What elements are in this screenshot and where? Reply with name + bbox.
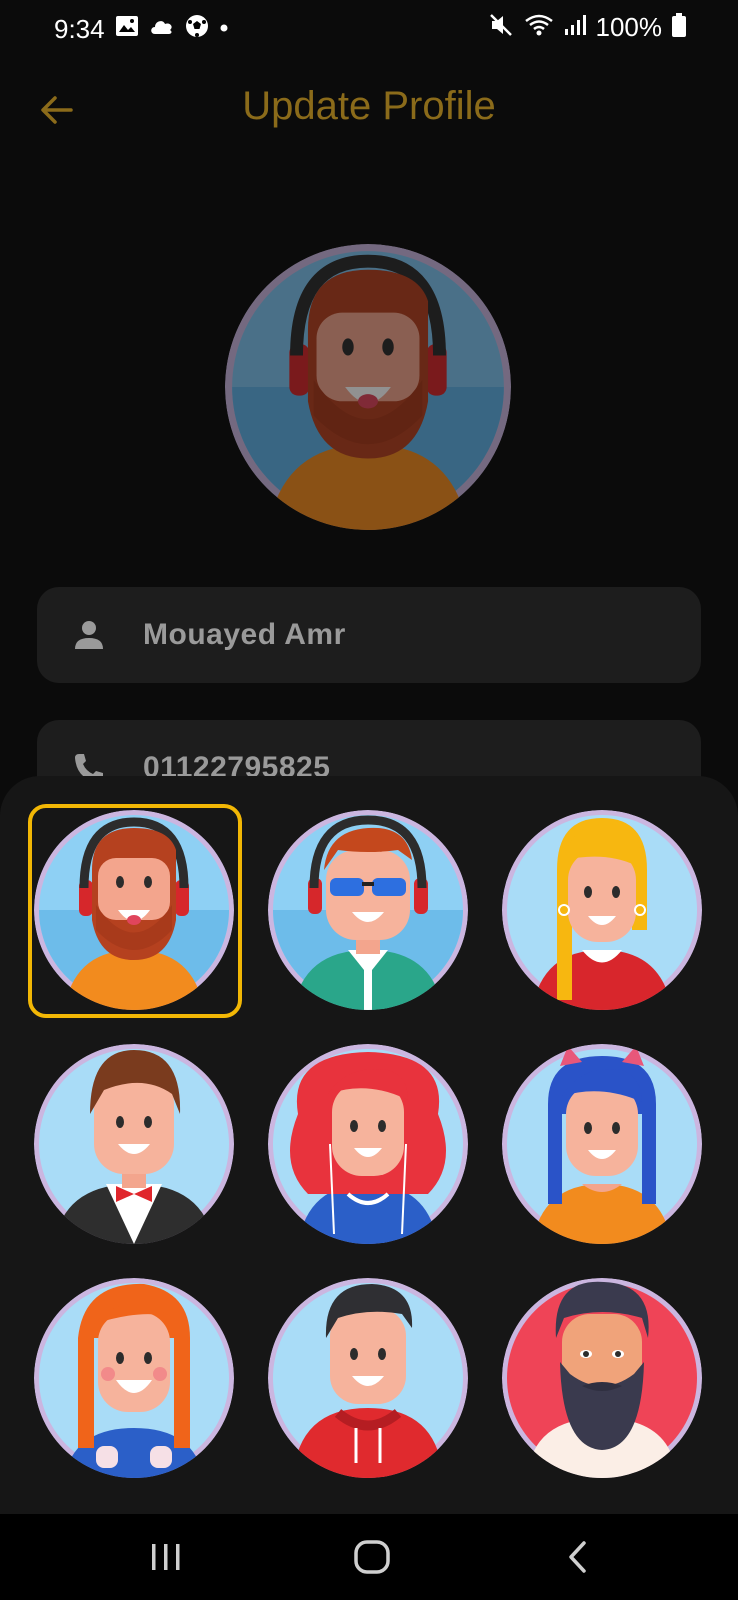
- page-title: Update Profile: [242, 84, 496, 128]
- avatar-picker-sheet: [0, 776, 738, 1514]
- recents-icon: [152, 1544, 180, 1570]
- name-value: Mouayed Amr: [143, 618, 346, 651]
- dot-icon: [219, 20, 229, 38]
- status-bar: 9:34 100%: [0, 0, 738, 58]
- battery-icon: [672, 13, 686, 42]
- avatar-option-orange-haired-woman[interactable]: [34, 1278, 234, 1478]
- home-button[interactable]: [342, 1534, 402, 1580]
- wifi-icon: [524, 13, 554, 42]
- avatar-option-man-bow-tie[interactable]: [34, 1044, 234, 1244]
- profile-avatar[interactable]: [225, 244, 511, 530]
- name-field[interactable]: Mouayed Amr: [37, 587, 701, 683]
- avatar-option-red-haired-woman-earbuds[interactable]: [268, 1044, 468, 1244]
- mute-icon: [488, 12, 514, 43]
- avatar-option-blonde-woman[interactable]: [502, 810, 702, 1010]
- avatar-option-blue-haired-woman-cat-ears[interactable]: [502, 1044, 702, 1244]
- status-notification-icons: [115, 14, 229, 43]
- person-icon: [69, 615, 109, 655]
- avatar-option-bearded-man-headphones[interactable]: [28, 804, 242, 1018]
- signal-icon: [564, 14, 586, 41]
- home-icon: [354, 1540, 390, 1574]
- status-system-icons: 100%: [488, 12, 686, 43]
- avatar-option-man-headphones-sunglasses[interactable]: [268, 810, 468, 1010]
- status-time: 9:34: [54, 14, 105, 44]
- battery-percent: 100%: [595, 12, 663, 42]
- system-nav-bar: [0, 1514, 738, 1600]
- image-icon: [115, 15, 139, 42]
- avatar-option-man-red-hoodie[interactable]: [268, 1278, 468, 1478]
- nav-back-button[interactable]: [548, 1534, 608, 1580]
- back-icon: [569, 1541, 586, 1573]
- cloud-icon: [149, 17, 175, 40]
- app-header: Update Profile: [0, 70, 738, 150]
- soccer-ball-icon: [185, 14, 209, 43]
- avatar-option-bearded-man-red-background[interactable]: [502, 1278, 702, 1478]
- recents-button[interactable]: [136, 1534, 196, 1580]
